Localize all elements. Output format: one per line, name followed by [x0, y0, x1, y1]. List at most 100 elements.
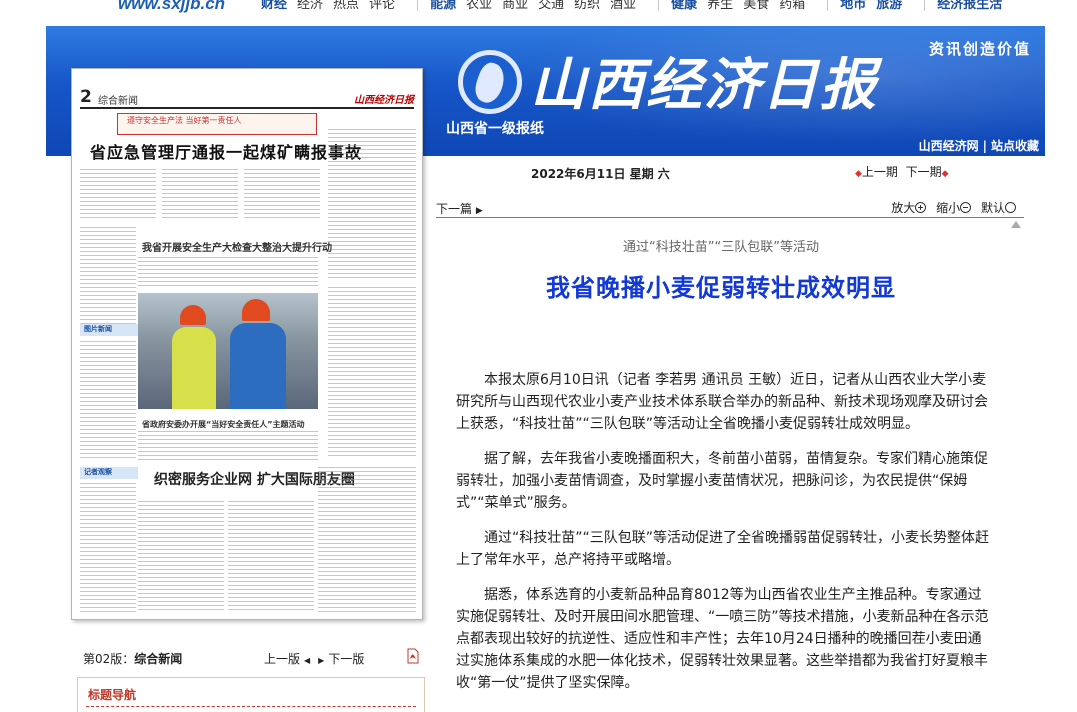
- worker-figure: [172, 327, 216, 409]
- newspaper-title: 山西经济日报: [530, 52, 878, 118]
- nav-item[interactable]: 商业: [502, 0, 528, 12]
- nav-divider: [86, 706, 416, 707]
- scroll-up-arrow-icon[interactable]: [1011, 221, 1021, 228]
- paper-side-label: 图片新闻: [80, 324, 138, 336]
- next-issue-link[interactable]: 下一期: [906, 165, 942, 179]
- paper-headline-link[interactable]: 省应急管理厅通报一起煤矿瞒报事故: [90, 139, 362, 163]
- zoom-out-button[interactable]: 缩小: [936, 201, 977, 215]
- paper-text-column: [138, 257, 318, 289]
- zoom-in-label: 放大: [891, 201, 916, 215]
- hard-hat-icon: [242, 299, 270, 321]
- banner-slogan: 资讯创造价值: [928, 40, 1031, 58]
- nav-divider: [658, 0, 660, 11]
- link-separator: |: [982, 139, 987, 153]
- nav-item[interactable]: 酒业: [610, 0, 636, 12]
- paper-text-column: [80, 341, 136, 461]
- toolbar-divider: [436, 217, 1024, 218]
- caret-right-icon: ▶: [475, 206, 483, 216]
- newspaper-logo-icon: [458, 50, 522, 114]
- headline-nav-title: 标题导航: [88, 688, 137, 702]
- paper-headline-link[interactable]: 我省开展安全生产大检查大整治大提升行动: [142, 239, 332, 254]
- nav-item[interactable]: 农业: [466, 0, 492, 12]
- nav-item[interactable]: 旅游: [876, 0, 902, 12]
- banner-links: 山西经济网 | 站点收藏: [919, 137, 1039, 154]
- paper-side-label: 记者观察: [80, 467, 138, 479]
- article-body: 本报太原6月10日讯（记者 李若男 通讯员 王敏）近日，记者从山西农业大学小麦研…: [456, 369, 992, 707]
- zoom-in-button[interactable]: 放大: [891, 201, 932, 215]
- next-article-label: 下一篇: [436, 202, 473, 216]
- nav-item[interactable]: 纺织: [574, 0, 600, 12]
- page-prefix: 第02版：: [83, 652, 135, 666]
- paper-text-column: [138, 501, 224, 613]
- paper-headline-link[interactable]: 省政府安委办开展“当好安全责任人”主题活动: [142, 419, 305, 430]
- prev-issue-link[interactable]: 上一期: [862, 165, 898, 179]
- paper-masthead: 山西经济日报: [354, 95, 414, 106]
- news-photo[interactable]: [138, 293, 318, 409]
- article-kicker: 通过“科技壮苗”“三队包联”等活动: [623, 240, 819, 255]
- nav-item[interactable]: 评论: [369, 0, 395, 12]
- nav-divider: [417, 0, 419, 11]
- nav-divider: [924, 0, 926, 11]
- paper-text-column: [328, 287, 416, 457]
- article-paragraph: 本报太原6月10日讯（记者 李若男 通讯员 王敏）近日，记者从山西农业大学小麦研…: [456, 372, 988, 432]
- paper-section-name: 综合新闻: [98, 96, 138, 107]
- article-paragraph: 据了解，去年我省小麦晚播面积大，冬前苗小苗弱，苗情复杂。专家们精心施策促弱转壮，…: [456, 451, 988, 511]
- article-paragraph: 通过“科技壮苗”“三队包联”等活动促进了全省晚播弱苗促弱转壮，小麦长势整体赶上了…: [456, 530, 990, 568]
- zoom-default-label: 默认: [980, 201, 1005, 215]
- hard-hat-icon: [180, 305, 206, 325]
- paper-text-column: [162, 169, 238, 221]
- zoom-out-label: 缩小: [936, 201, 961, 215]
- article-paragraph: 据悉，体系选育的小麦新品种品育8012等为山西省农业生产主推品种。专家通过实施促…: [456, 587, 989, 691]
- headline-nav-panel: 标题导航: [77, 677, 425, 712]
- nav-item[interactable]: 热点: [333, 0, 359, 12]
- page-label: 第02版：综合新闻: [83, 650, 182, 667]
- caret-right-icon: ▶: [318, 656, 325, 665]
- site-url-link[interactable]: www.sxjjb.cn: [118, 0, 225, 14]
- paper-red-banner-text: 遵守安全生产法 当好第一责任人: [127, 116, 242, 125]
- nav-item[interactable]: 美食: [743, 0, 769, 12]
- nav-item[interactable]: 经济: [297, 0, 323, 12]
- zoom-controls: 放大 缩小 默认: [891, 199, 1022, 216]
- issue-nav: ◆上一期 下一期◆: [855, 163, 949, 180]
- caret-left-icon: ◀: [304, 656, 311, 665]
- top-nav: www.sxjjb.cn 财经 经济 热点 评论 能源 农业 商业 交通 纺织 …: [46, 0, 1045, 26]
- paper-page-number: 2: [80, 87, 92, 107]
- worker-figure: [230, 323, 286, 409]
- circle-icon: [1005, 202, 1016, 213]
- page-nav: 上一版 ◀ ▶ 下一版: [264, 650, 364, 667]
- paper-header: 2 综合新闻 山西经济日报: [80, 87, 414, 109]
- paper-text-column: [244, 169, 320, 221]
- zoom-default-button[interactable]: 默认: [981, 201, 1022, 215]
- prev-page-link[interactable]: 上一版: [264, 652, 300, 666]
- paper-text-column: [228, 501, 314, 613]
- paper-text-column: [138, 431, 318, 461]
- plus-circle-icon: [915, 202, 927, 213]
- next-page-link[interactable]: 下一版: [328, 652, 364, 666]
- nav-divider: [827, 0, 829, 11]
- minus-circle-icon: [960, 202, 972, 213]
- nav-item[interactable]: 经济报生活: [937, 0, 1002, 12]
- issue-date: 2022年6月11日 星期 六: [531, 167, 670, 181]
- pdf-icon[interactable]: [405, 648, 421, 664]
- nav-item[interactable]: 健康: [671, 0, 697, 12]
- paper-text-column: [80, 169, 156, 221]
- channel-nav: 财经 经济 热点 评论 能源 农业 商业 交通 纺织 酒业 健康 养生 美食 药…: [261, 0, 1012, 12]
- next-article-link[interactable]: 下一篇 ▶: [436, 200, 483, 217]
- nav-item[interactable]: 药箱: [779, 0, 805, 12]
- paper-text-column: [328, 129, 416, 279]
- site-home-link[interactable]: 山西经济网: [919, 139, 979, 153]
- article-headline: 我省晚播小麦促弱转壮成效明显: [546, 274, 896, 302]
- bullet-icon: ◆: [941, 169, 949, 179]
- newspaper-page-thumbnail[interactable]: 2 综合新闻 山西经济日报 遵守安全生产法 当好第一责任人 省应急管理厅通报一起…: [71, 68, 423, 620]
- paper-text-column: [318, 467, 416, 613]
- article-toolbar: 下一篇 ▶ 放大 缩小 默认: [436, 199, 1024, 217]
- nav-item[interactable]: 能源: [430, 0, 456, 12]
- nav-item[interactable]: 地市: [840, 0, 866, 12]
- paper-text-column: [80, 227, 136, 327]
- nav-item[interactable]: 财经: [261, 0, 287, 12]
- paper-text-column: [80, 483, 136, 613]
- banner-subtitle: 山西省一级报纸: [446, 121, 544, 137]
- nav-item[interactable]: 交通: [538, 0, 564, 12]
- nav-item[interactable]: 养生: [707, 0, 733, 12]
- bookmark-site-link[interactable]: 站点收藏: [991, 139, 1039, 153]
